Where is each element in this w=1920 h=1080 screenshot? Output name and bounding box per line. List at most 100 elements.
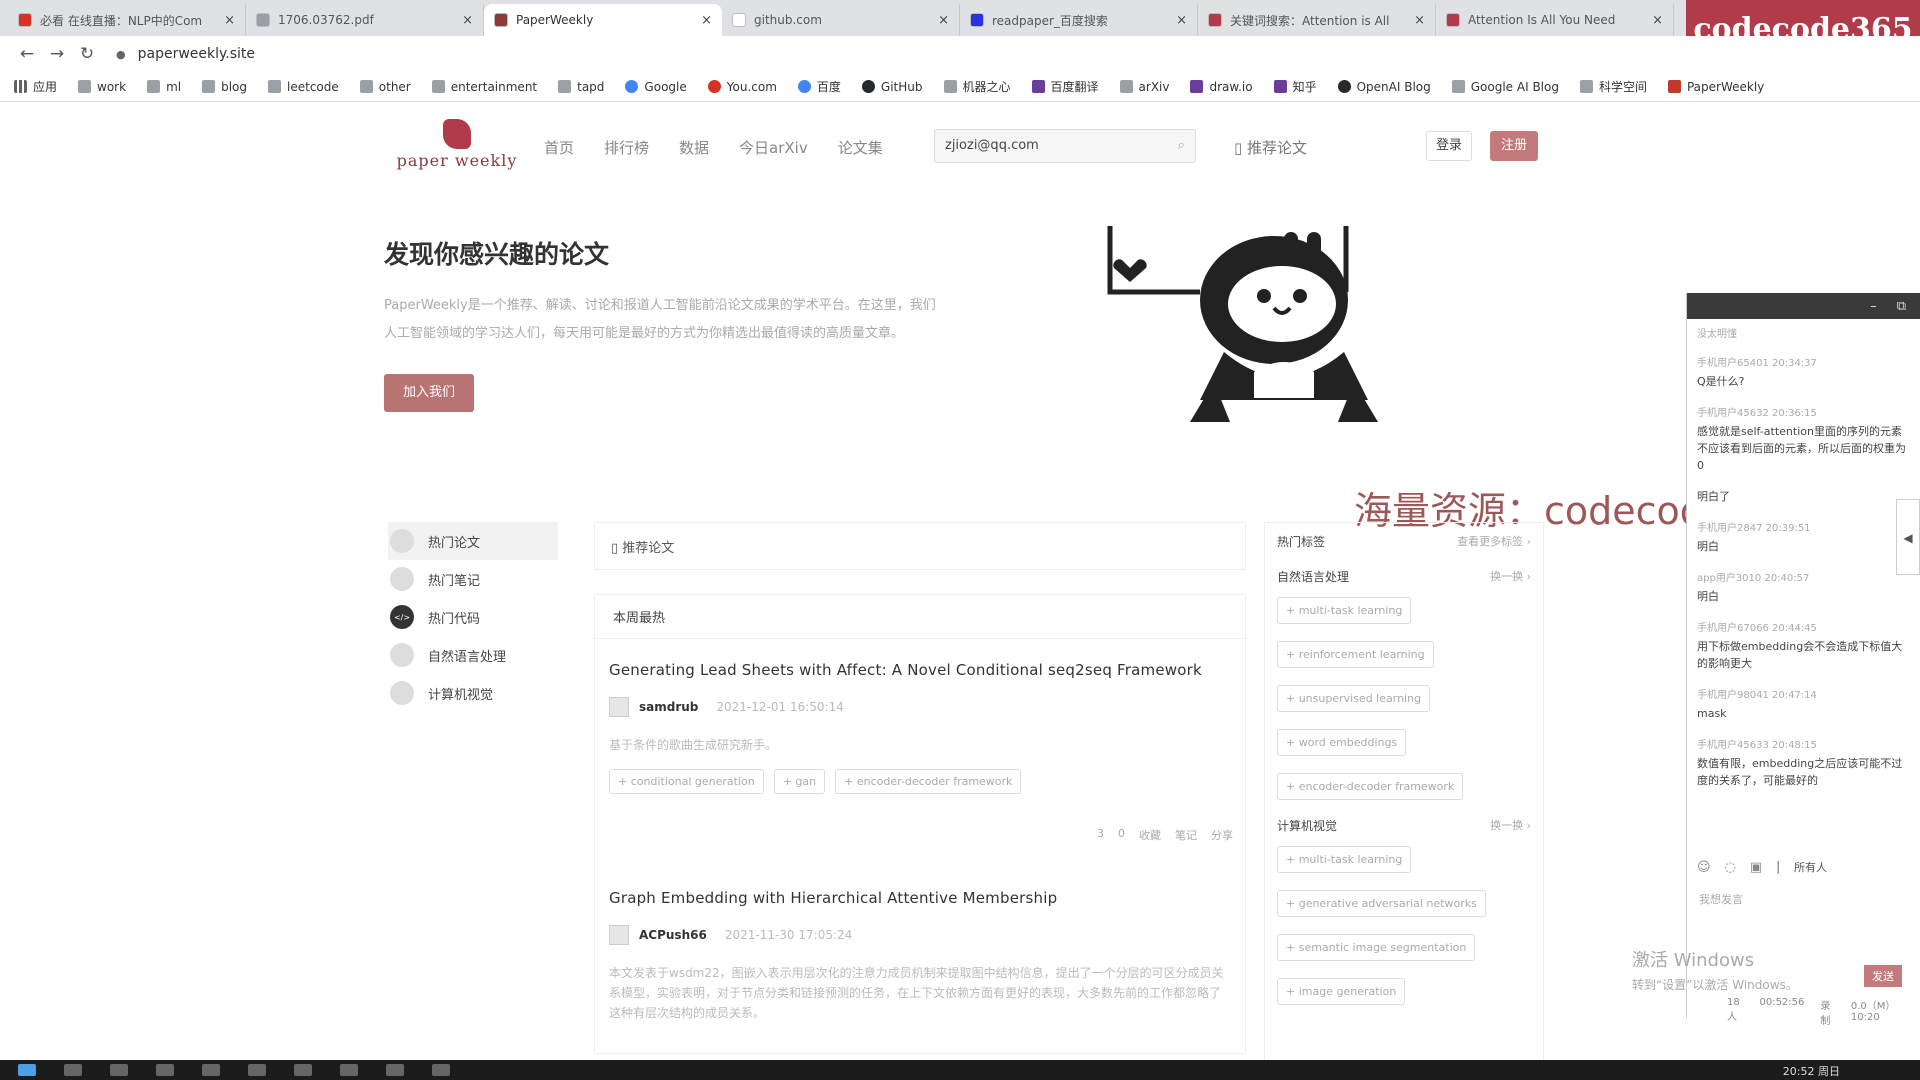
paper-stat-3[interactable]: 笔记	[1175, 827, 1197, 843]
app-icon[interactable]	[202, 1064, 220, 1076]
tab-close-icon[interactable]: ×	[1176, 13, 1187, 28]
paper-stat-1[interactable]: 0	[1118, 827, 1125, 843]
bookmark-item[interactable]: leetcode	[268, 80, 339, 94]
hot-tag[interactable]: + reinforcement learning	[1277, 641, 1434, 668]
site-nav-item[interactable]: 今日arXiv	[739, 137, 808, 158]
register-button[interactable]: 注册	[1490, 131, 1538, 161]
collapse-handle-icon[interactable]: ◀	[1896, 499, 1920, 575]
cortana-icon[interactable]	[110, 1064, 128, 1076]
app-icon[interactable]	[386, 1064, 404, 1076]
popout-icon[interactable]: ⧉	[1897, 299, 1906, 314]
send-button[interactable]: 发送	[1864, 965, 1902, 987]
browser-tab[interactable]: github.com ×	[722, 4, 960, 36]
hot-tag[interactable]: + word embeddings	[1277, 729, 1407, 756]
paper-stat-4[interactable]: 分享	[1211, 827, 1233, 843]
bookmark-item[interactable]: ml	[147, 80, 181, 94]
paper-title[interactable]: Graph Embedding with Hierarchical Attent…	[609, 889, 1231, 907]
left-menu-item[interactable]: 热门论文	[388, 522, 558, 560]
site-nav-item[interactable]: 排行榜	[604, 137, 649, 158]
more-tags-link[interactable]: 查看更多标签 ›	[1457, 533, 1531, 550]
hot-tag[interactable]: + encoder-decoder framework	[1277, 773, 1464, 800]
paper-stat-2[interactable]: 收藏	[1139, 827, 1161, 843]
bookmark-item[interactable]: 科学空间	[1579, 78, 1647, 95]
paper-author[interactable]: ACPush66	[639, 928, 707, 942]
bookmark-item[interactable]: Google AI Blog	[1451, 80, 1559, 94]
hot-tag[interactable]: + semantic image segmentation	[1277, 934, 1476, 961]
bubble-icon[interactable]: ◌	[1725, 860, 1736, 875]
browser-tab[interactable]: 关键词搜索：Attention is All ×	[1198, 4, 1436, 36]
bookmark-item[interactable]: PaperWeekly	[1667, 80, 1764, 94]
avatar[interactable]	[609, 697, 629, 717]
bookmark-item[interactable]: 知乎	[1273, 78, 1317, 95]
task-view-icon[interactable]	[156, 1064, 174, 1076]
search-icon[interactable]: ⌕	[1178, 138, 1185, 153]
hot-tag[interactable]: + image generation	[1277, 978, 1406, 1005]
recipient-select[interactable]: 所有人	[1794, 859, 1827, 875]
bookmark-item[interactable]: draw.io	[1190, 80, 1253, 94]
browser-tab[interactable]: readpaper_百度搜索 ×	[960, 4, 1198, 36]
browser-tab[interactable]: 1706.03762.pdf ×	[246, 4, 484, 36]
hot-tag[interactable]: + multi-task learning	[1277, 597, 1412, 624]
emoji-icon[interactable]: ☺	[1697, 860, 1711, 875]
paper-title[interactable]: Generating Lead Sheets with Affect: A No…	[609, 661, 1231, 679]
bookmark-item[interactable]: entertainment	[431, 80, 537, 94]
swap-tags-button[interactable]: 换一换 ›	[1490, 568, 1531, 585]
bookmark-item[interactable]: OpenAI Blog	[1337, 80, 1431, 94]
site-nav-item[interactable]: 论文集	[838, 137, 883, 158]
swap-tags-button[interactable]: 换一换 ›	[1490, 817, 1531, 834]
hot-tag[interactable]: + multi-task learning	[1277, 846, 1412, 873]
browser-tab[interactable]: 必看 在线直播：NLP中的Com ×	[8, 4, 246, 36]
tab-close-icon[interactable]: ×	[701, 13, 712, 28]
bookmark-item[interactable]: 应用	[14, 78, 57, 95]
tab-close-icon[interactable]: ×	[462, 13, 473, 28]
bookmark-item[interactable]: GitHub	[861, 80, 923, 94]
tab-close-icon[interactable]: ×	[224, 13, 235, 28]
chrome-icon[interactable]	[248, 1064, 266, 1076]
chat-input[interactable]: 我想发言	[1699, 891, 1743, 907]
recommend-paper-link[interactable]: ▯ 推荐论文	[1234, 137, 1307, 158]
reload-icon[interactable]: ↻	[72, 44, 102, 64]
bookmark-item[interactable]: work	[78, 80, 126, 94]
tab-close-icon[interactable]: ×	[938, 13, 949, 28]
search-taskbar-icon[interactable]	[64, 1064, 82, 1076]
bookmark-item[interactable]: 机器之心	[943, 78, 1011, 95]
avatar[interactable]	[609, 925, 629, 945]
bookmark-item[interactable]: You.com	[707, 80, 777, 94]
forward-icon[interactable]: →	[42, 44, 72, 64]
bookmark-item[interactable]: Google	[625, 80, 687, 94]
left-menu-item[interactable]: 自然语言处理	[388, 636, 558, 674]
site-nav-item[interactable]: 数据	[679, 137, 709, 158]
site-nav-item[interactable]: 首页	[544, 137, 574, 158]
pycharm-icon[interactable]	[294, 1064, 312, 1076]
browser-tab[interactable]: Attention Is All You Need ×	[1436, 4, 1674, 36]
paperweekly-logo[interactable]: paper weekly	[392, 119, 522, 170]
paper-tag[interactable]: + gan	[773, 769, 826, 794]
address-bar[interactable]: ● paperweekly.site	[116, 46, 255, 62]
bookmark-item[interactable]: other	[359, 80, 411, 94]
bookmark-item[interactable]: tapd	[558, 80, 604, 94]
paper-tag[interactable]: + conditional generation	[609, 769, 764, 794]
bookmark-item[interactable]: arXiv	[1119, 80, 1169, 94]
image-icon[interactable]: ▣	[1750, 860, 1762, 875]
minimize-icon[interactable]: –	[1870, 299, 1877, 314]
start-icon[interactable]	[18, 1064, 36, 1076]
bookmark-item[interactable]: 百度翻译	[1031, 78, 1099, 95]
join-us-button[interactable]: 加入我们	[384, 374, 474, 412]
hot-tag[interactable]: + generative adversarial networks	[1277, 890, 1486, 917]
left-menu-item[interactable]: 热门笔记	[388, 560, 558, 598]
app-icon[interactable]	[432, 1064, 450, 1076]
left-menu-item[interactable]: </> 热门代码	[388, 598, 558, 636]
login-button[interactable]: 登录	[1426, 131, 1472, 161]
explorer-icon[interactable]	[340, 1064, 358, 1076]
back-icon[interactable]: ←	[12, 44, 42, 64]
paper-tag[interactable]: + encoder-decoder framework	[835, 769, 1022, 794]
tab-close-icon[interactable]: ×	[1652, 13, 1663, 28]
tab-close-icon[interactable]: ×	[1414, 13, 1425, 28]
bookmark-item[interactable]: blog	[202, 80, 247, 94]
bookmark-item[interactable]: 百度	[797, 78, 841, 95]
mic-icon[interactable]: ǀ	[1776, 860, 1780, 875]
paper-stat-0[interactable]: 3	[1097, 827, 1104, 843]
hot-tag[interactable]: + unsupervised learning	[1277, 685, 1431, 712]
search-input[interactable]: zjiozi@qq.com ⌕	[934, 129, 1196, 163]
left-menu-item[interactable]: 计算机视觉	[388, 674, 558, 712]
